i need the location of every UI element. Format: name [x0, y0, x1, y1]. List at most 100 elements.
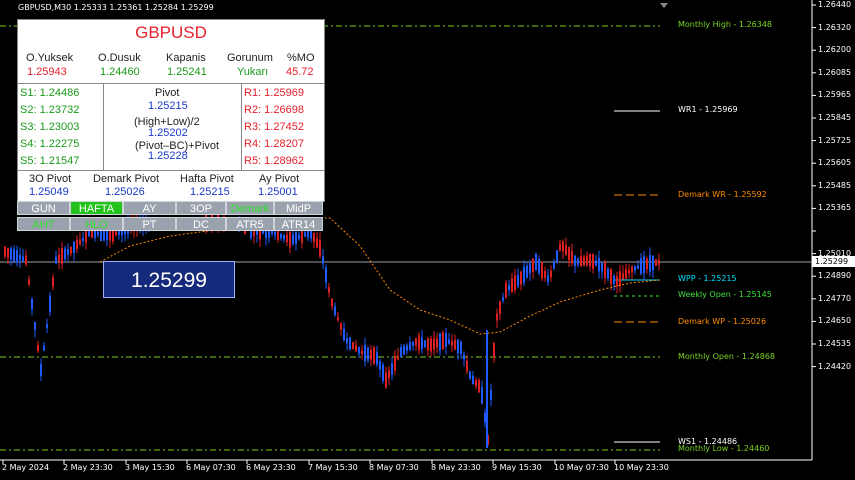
- candle-body: [436, 338, 438, 348]
- candle-body: [628, 270, 630, 274]
- candle-body: [481, 387, 483, 404]
- candle-body: [523, 266, 525, 283]
- candle-body: [445, 332, 447, 348]
- scroll-marker-icon: [660, 3, 668, 8]
- time-axis-label: 8 May 23:30: [431, 463, 481, 472]
- value-demark-pivot: 1.25026: [105, 186, 145, 198]
- candle-body: [277, 229, 279, 240]
- header-kapanis: Kapanis: [166, 52, 206, 64]
- candle-body: [406, 345, 408, 351]
- candle-body: [340, 323, 342, 330]
- candle-body: [304, 232, 306, 237]
- candle-body: [73, 241, 75, 253]
- time-axis-label: 6 May 23:30: [246, 463, 296, 472]
- resistance-r5: R5: 1.28962: [244, 155, 304, 167]
- candle-body: [34, 322, 36, 330]
- current-price-tag: 1.25299: [812, 256, 855, 267]
- candle-body: [283, 234, 285, 240]
- price-axis-label: 1.24890: [818, 271, 852, 281]
- current-price-box: 1.25299: [103, 261, 235, 298]
- button-ay[interactable]: AY: [123, 201, 176, 215]
- candle-body: [475, 379, 477, 387]
- candle-body: [337, 317, 339, 321]
- button-hlo[interactable]: HLO: [70, 217, 123, 231]
- button-atr14[interactable]: ATR14: [274, 217, 323, 231]
- candle-body: [655, 259, 657, 266]
- button-pt[interactable]: PT: [123, 217, 176, 231]
- candle-body: [607, 268, 609, 279]
- support-s5: S5: 1.21547: [20, 155, 80, 167]
- time-axis-label: 2 May 23:30: [63, 463, 113, 472]
- time-axis-label: 7 May 15:30: [308, 463, 358, 472]
- hl2-value: 1.25202: [148, 127, 188, 139]
- button-hafta[interactable]: HAFTA: [70, 201, 123, 215]
- support-s3: S3: 1.23003: [20, 121, 80, 133]
- candle-body: [361, 350, 363, 354]
- candle-body: [433, 338, 435, 350]
- resistance-r3: R3: 1.27452: [244, 121, 304, 133]
- time-axis-label: 3 May 15:30: [125, 463, 175, 472]
- candle-body: [601, 262, 603, 272]
- candle-body: [469, 371, 471, 379]
- header-mo: %MO: [287, 52, 315, 64]
- candle-body: [334, 306, 336, 315]
- candle-body: [586, 255, 588, 266]
- level-monthly-low: Monthly Low - 1.24460: [678, 444, 770, 453]
- candle-body: [439, 333, 441, 351]
- button-atr5[interactable]: ATR5: [226, 217, 274, 231]
- candle-body: [526, 265, 528, 278]
- resistance-r2: R2: 1.26698: [244, 104, 304, 116]
- candle-body: [571, 250, 573, 264]
- value-hafta-pivot: 1.25215: [190, 186, 230, 198]
- candle-body: [457, 339, 459, 354]
- pivot-label: Pivot: [155, 87, 180, 99]
- candle-body: [529, 263, 531, 274]
- candle-body: [37, 344, 39, 352]
- value-mo: 45.72: [286, 66, 314, 78]
- price-axis-label: 1.25845: [818, 113, 852, 122]
- value-gorunum: Yukarı: [237, 66, 269, 78]
- candle-body: [61, 248, 63, 264]
- candle-body: [52, 277, 54, 287]
- candle-body: [46, 324, 48, 328]
- candle-body: [616, 276, 618, 287]
- candle-body: [583, 256, 585, 266]
- candle-body: [346, 338, 348, 344]
- value-o-yuksek: 1.25943: [27, 66, 67, 78]
- level-demark-wp: Demark WP - 1.25026: [678, 317, 767, 326]
- resistance-r4: R4: 1.28207: [244, 138, 304, 150]
- button-3op[interactable]: 3OP: [176, 201, 226, 215]
- button-aht[interactable]: AHT: [17, 217, 70, 231]
- button-gun[interactable]: GUN: [17, 201, 70, 215]
- candle-body: [403, 345, 405, 355]
- divider: [241, 84, 242, 170]
- button-midp[interactable]: MidP: [274, 201, 323, 215]
- value-kapanis: 1.25241: [167, 66, 207, 78]
- candle-body: [292, 234, 294, 244]
- header-ay-pivot: Ay Pivot: [259, 173, 300, 185]
- candle-body: [472, 375, 474, 385]
- candle-body: [535, 253, 537, 271]
- price-axis-label: 1.25725: [818, 135, 852, 145]
- button-demark[interactable]: Demark: [226, 201, 274, 215]
- header-3o-pivot: 3O Pivot: [29, 173, 72, 185]
- candle-body: [325, 267, 327, 283]
- candle-body: [376, 352, 378, 365]
- candle-body: [328, 287, 330, 293]
- candle-body: [82, 237, 84, 241]
- level-wr1: WR1 - 1.25969: [678, 105, 738, 114]
- candle-body: [115, 231, 117, 236]
- candle-body: [10, 248, 12, 260]
- candle-body: [631, 266, 633, 273]
- candle-body: [646, 258, 648, 270]
- price-axis-label: 1.25965: [818, 90, 852, 100]
- candle-body: [313, 232, 315, 243]
- candle-body: [388, 370, 390, 379]
- time-axis-label: 9 May 15:30: [492, 463, 542, 472]
- candle-body: [322, 256, 324, 264]
- candle-body: [397, 355, 399, 360]
- candle-body: [286, 234, 288, 243]
- button-dc[interactable]: DC: [176, 217, 226, 231]
- candle-body: [97, 231, 99, 236]
- candle-body: [454, 340, 456, 350]
